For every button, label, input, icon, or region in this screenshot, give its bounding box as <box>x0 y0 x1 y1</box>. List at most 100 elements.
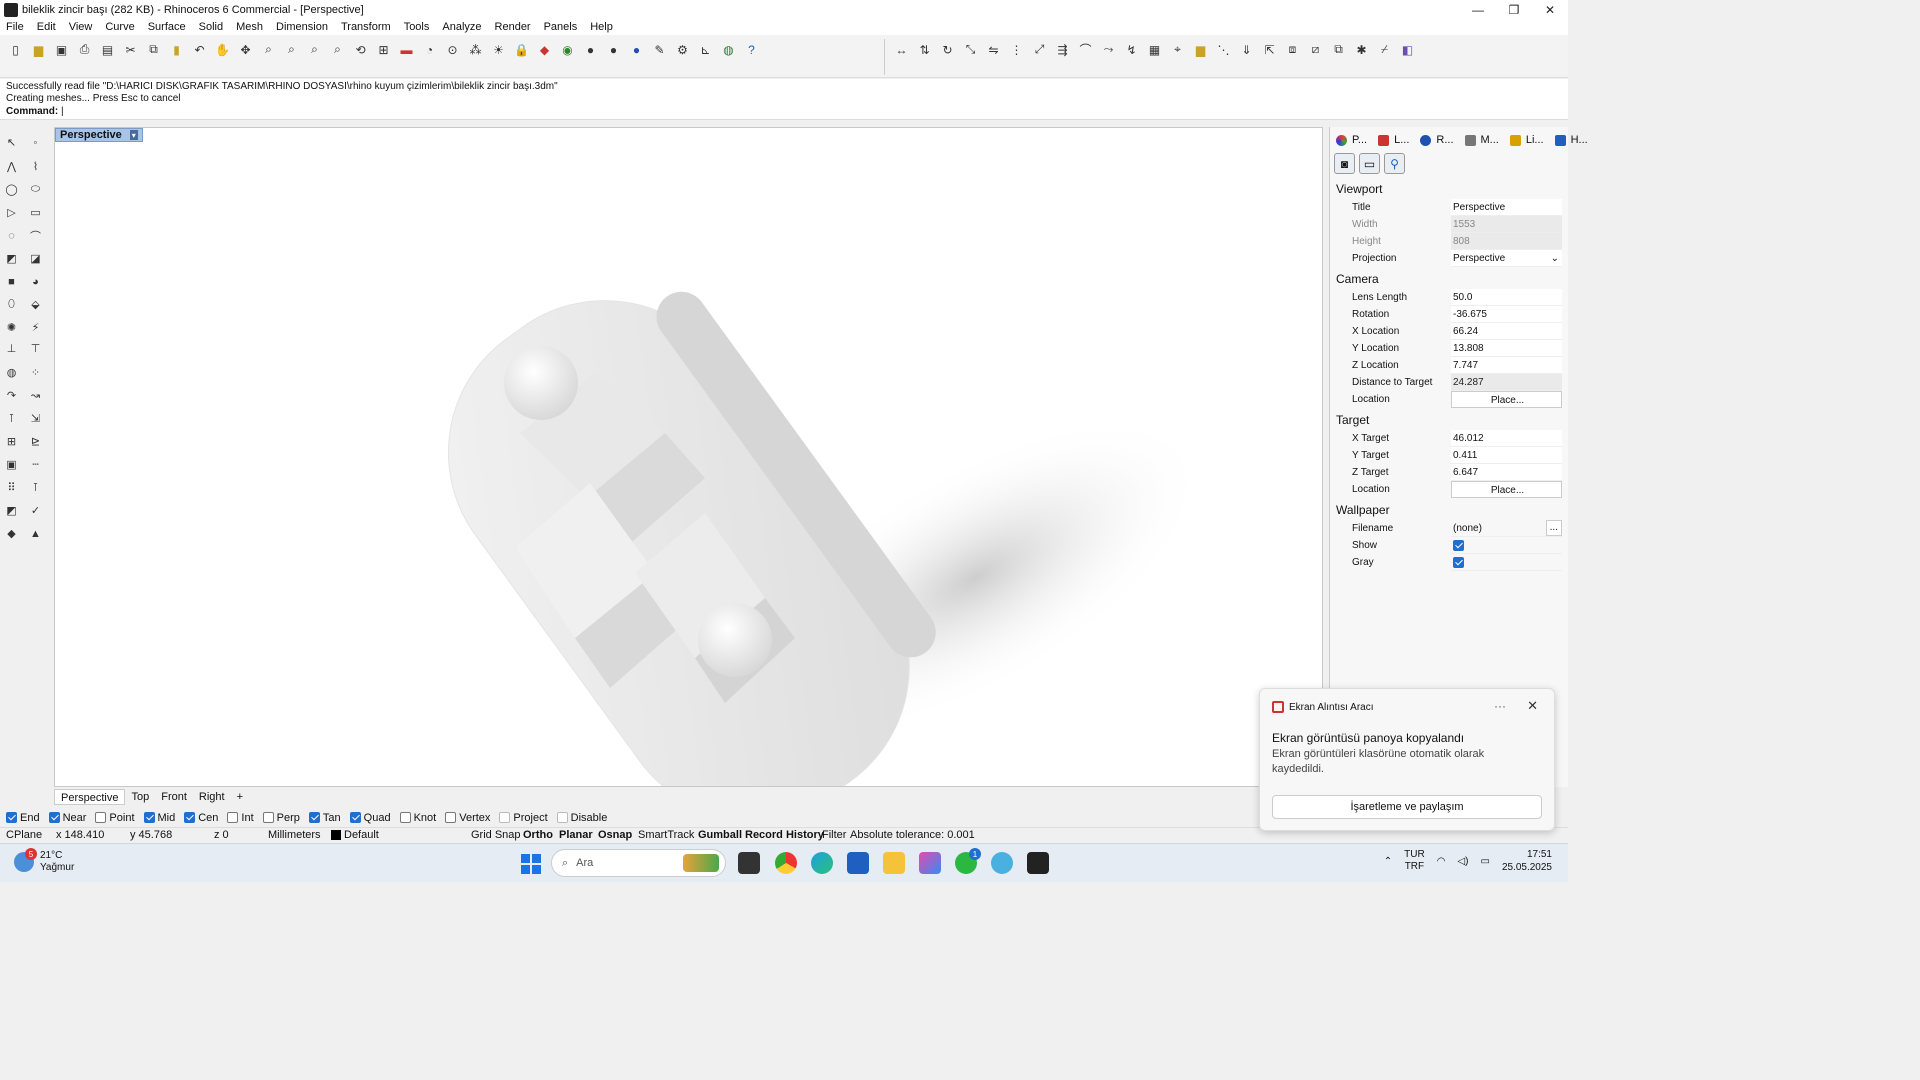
help-icon[interactable]: ? <box>742 40 761 59</box>
render-sphere-icon[interactable]: ● <box>581 40 600 59</box>
circle-icon[interactable]: ◯ <box>2 180 21 199</box>
osnap-point[interactable]: Point <box>95 812 135 824</box>
new-file-icon[interactable]: ▯ <box>6 40 25 59</box>
taskview-icon[interactable] <box>738 852 760 874</box>
color-wheel-icon[interactable]: ◉ <box>558 40 577 59</box>
pan-hand-icon[interactable]: ✋ <box>213 40 232 59</box>
osnap-knot[interactable]: Knot <box>399 812 436 824</box>
viewport-title-tab[interactable]: Perspective ▾ <box>55 128 143 142</box>
undo-view-icon[interactable]: ⟲ <box>351 40 370 59</box>
edit-points-icon[interactable]: ⊵ <box>26 432 45 451</box>
zoom-selected-icon[interactable]: ⌕ <box>328 40 347 59</box>
tab-properties[interactable]: P... <box>1333 131 1373 149</box>
join-icon[interactable]: ⧉ <box>1329 40 1348 59</box>
select-points-icon[interactable]: ⁂ <box>466 40 485 59</box>
gear-settings-icon[interactable]: ⚙ <box>673 40 692 59</box>
close-button[interactable]: ✕ <box>1532 0 1568 19</box>
snipping-tool-notification[interactable]: Ekran Alıntısı Aracı ··· ✕ Ekran görüntü… <box>1259 688 1555 831</box>
language-indicator[interactable]: TUR TRF <box>1404 849 1425 873</box>
project-icon[interactable]: ⇓ <box>1237 40 1256 59</box>
cut-icon[interactable]: ✂ <box>121 40 140 59</box>
rectangle-icon[interactable]: ▭ <box>26 203 45 222</box>
gumball-icon[interactable]: ⌖ <box>1168 40 1187 59</box>
save-icon[interactable]: ▣ <box>52 40 71 59</box>
polyline-icon[interactable]: ⋀ <box>2 157 21 176</box>
osnap-vertex[interactable]: Vertex <box>445 812 490 824</box>
title-field[interactable]: Perspective <box>1451 199 1562 216</box>
show-checkbox[interactable] <box>1453 539 1464 551</box>
array-tool-icon[interactable]: ⁘ <box>26 363 45 382</box>
rotate-icon[interactable]: ↻ <box>938 40 957 59</box>
align-icon[interactable]: ⇶ <box>1053 40 1072 59</box>
cplane-label[interactable]: CPlane <box>6 829 42 841</box>
split-icon[interactable]: ⧄ <box>1306 40 1325 59</box>
whatsapp-icon[interactable]: 1 <box>955 848 981 874</box>
zoom-window-icon[interactable]: ⌕ <box>282 40 301 59</box>
zoom-extents-icon[interactable]: ⌕ <box>305 40 324 59</box>
print-icon[interactable]: ⎙ <box>75 40 94 59</box>
blend-icon[interactable]: ↝ <box>26 386 45 405</box>
extract-icon[interactable]: ⇱ <box>1260 40 1279 59</box>
cylinder-icon[interactable]: ⬯ <box>2 295 21 314</box>
transform-icon[interactable]: ◍ <box>2 363 21 382</box>
solid-tool-icon[interactable]: ▣ <box>2 455 21 474</box>
light-icon[interactable]: ☀ <box>489 40 508 59</box>
history-icon[interactable]: ◩ <box>2 501 21 520</box>
menu-tools[interactable]: Tools <box>404 21 430 33</box>
store-icon[interactable] <box>847 852 869 874</box>
globe-icon[interactable]: ◍ <box>719 40 738 59</box>
menu-help[interactable]: Help <box>590 21 613 33</box>
more-options-icon[interactable]: ··· <box>1494 699 1506 713</box>
copy-object-icon[interactable]: ⇅ <box>915 40 934 59</box>
mesh-icon[interactable]: ⬙ <box>26 295 45 314</box>
arc-icon[interactable]: ◌ <box>2 226 21 245</box>
markup-and-share-button[interactable]: İşaretleme ve paylaşım <box>1272 795 1542 819</box>
cplane-icon[interactable]: ◔ <box>420 40 439 59</box>
menu-render[interactable]: Render <box>495 21 531 33</box>
dimension-tool-icon[interactable]: ⊥ <box>2 339 21 358</box>
osnap-tan[interactable]: Tan <box>308 812 341 824</box>
osnap-perp[interactable]: Perp <box>262 812 300 824</box>
target-place-button[interactable]: Place... <box>1451 481 1562 498</box>
box-icon[interactable]: ■ <box>2 272 21 291</box>
rotate-view-icon[interactable]: ✥ <box>236 40 255 59</box>
gumball-toggle[interactable]: Gumball <box>698 829 742 841</box>
menu-dimension[interactable]: Dimension <box>276 21 328 33</box>
material-sphere-icon[interactable]: ● <box>627 40 646 59</box>
menu-surface[interactable]: Surface <box>148 21 186 33</box>
menu-edit[interactable]: Edit <box>37 21 56 33</box>
volume-icon[interactable]: ◁) <box>1457 856 1468 867</box>
browse-file-button[interactable]: ... <box>1545 520 1562 536</box>
surface-edit-icon[interactable]: ◪ <box>26 249 45 268</box>
pen-icon[interactable]: ✎ <box>650 40 669 59</box>
light-tool-icon[interactable]: ▲ <box>26 524 45 543</box>
rhino-taskbar-icon[interactable] <box>1027 852 1049 874</box>
chevron-up-icon[interactable]: ⌃ <box>1384 856 1392 867</box>
edge-icon[interactable] <box>811 852 833 874</box>
point-icon[interactable]: ◦ <box>26 133 45 152</box>
add-view-tab-icon[interactable]: + <box>231 789 249 805</box>
orient-icon[interactable]: ⤢ <box>1030 40 1049 59</box>
annotation-icon[interactable]: ⊤ <box>26 339 45 358</box>
curve-icon[interactable]: ⌇ <box>26 157 45 176</box>
mirror-icon[interactable]: ⇋ <box>984 40 1003 59</box>
layer-icon[interactable]: ◆ <box>535 40 554 59</box>
clock[interactable]: 17:51 25.05.2025 <box>1502 848 1552 874</box>
menu-curve[interactable]: Curve <box>105 21 134 33</box>
array-icon[interactable]: ⋮ <box>1007 40 1026 59</box>
analyze-icon[interactable]: ⊺ <box>26 478 45 497</box>
tab-libraries[interactable]: Li... <box>1507 131 1550 149</box>
command-prompt[interactable]: Command: | <box>6 106 64 117</box>
lightning-icon[interactable]: ⚡ <box>26 318 45 337</box>
set-view-icon[interactable]: ⊙ <box>443 40 462 59</box>
polygon-icon[interactable]: ▷ <box>2 203 21 222</box>
render-settings-icon[interactable]: ✺ <box>2 318 21 337</box>
osnap-near[interactable]: Near <box>48 812 86 824</box>
osnap-quad[interactable]: Quad <box>349 812 391 824</box>
explode-icon[interactable]: ✱ <box>1352 40 1371 59</box>
zoom-icon[interactable]: ⌕ <box>259 40 278 59</box>
perspective-viewport[interactable]: Perspective ▾ <box>54 127 1323 787</box>
taskbar-search[interactable]: ⌕ Ara <box>551 849 726 877</box>
wifi-icon[interactable]: ◠ <box>1437 856 1446 867</box>
copy-icon[interactable]: ⧉ <box>144 40 163 59</box>
